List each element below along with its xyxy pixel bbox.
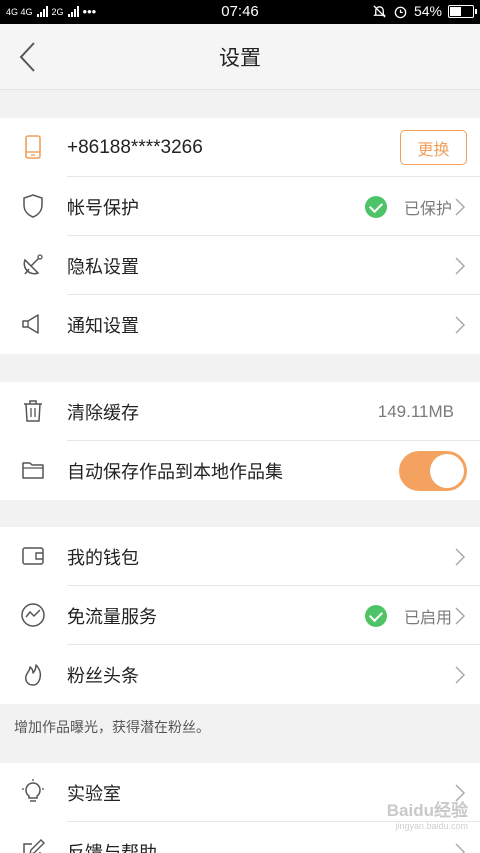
clear-cache-row[interactable]: 清除缓存 149.11MB	[0, 382, 480, 441]
notification-settings-row[interactable]: 通知设置	[0, 295, 480, 354]
check-icon	[365, 605, 387, 627]
lightbulb-icon	[22, 779, 44, 802]
lab-label: 实验室	[67, 783, 121, 805]
bell-muted-icon	[373, 4, 386, 18]
trash-icon	[24, 400, 42, 422]
alarm-clock-icon	[394, 6, 407, 18]
watermark-logo: Baidu经验	[386, 801, 468, 820]
phone-number: +86188****3266	[67, 136, 203, 158]
free-data-label: 免流量服务	[67, 606, 157, 628]
services-section: 我的钱包 免流量服务 已启用 粉丝头条	[0, 527, 480, 704]
fans-headline-label: 粉丝头条	[67, 665, 139, 687]
autosave-label: 自动保存作品到本地作品集	[67, 461, 283, 483]
account-protection-label: 帐号保护	[67, 197, 139, 219]
phone-row: +86188****3266 更换	[0, 118, 480, 177]
fans-hint-text: 增加作品曝光，获得潜在粉丝。	[14, 720, 210, 736]
account-section: +86188****3266 更换 帐号保护 已保护 隐私设置 通知设置	[0, 118, 480, 354]
account-protection-status: 已保护	[403, 198, 452, 218]
nav-bar: 设置	[0, 24, 480, 90]
chevron-right-icon	[455, 843, 466, 853]
battery-icon	[448, 4, 477, 18]
autosave-toggle[interactable]	[399, 451, 467, 491]
edit-icon	[23, 839, 45, 853]
shield-icon	[23, 194, 43, 218]
watermark-url: jingyan.baidu.com	[395, 821, 468, 831]
page-title: 设置	[219, 46, 261, 70]
folder-icon	[22, 462, 44, 479]
chevron-right-icon	[455, 607, 466, 625]
privacy-dish-icon	[23, 254, 43, 275]
toggle-knob	[430, 454, 464, 488]
phone-icon	[25, 135, 41, 159]
feedback-help-label: 反馈与帮助	[67, 842, 157, 853]
privacy-settings-row[interactable]: 隐私设置	[0, 236, 480, 295]
free-data-status: 已启用	[403, 607, 452, 627]
chevron-right-icon	[455, 316, 466, 334]
fans-headline-row[interactable]: 粉丝头条	[0, 645, 480, 704]
flame-icon	[25, 664, 42, 686]
autosave-row: 自动保存作品到本地作品集	[0, 441, 480, 500]
wallet-label: 我的钱包	[67, 547, 139, 569]
change-phone-button[interactable]: 更换	[400, 130, 467, 165]
check-icon	[365, 196, 387, 218]
chevron-right-icon	[455, 257, 466, 275]
status-bar: 4G 4G 2G ••• 07:46 54%	[0, 0, 480, 24]
notification-settings-label: 通知设置	[67, 315, 139, 337]
wallet-icon	[22, 547, 44, 565]
clear-cache-label: 清除缓存	[67, 402, 139, 424]
battery-percent: 54%	[413, 3, 442, 19]
baidu-watermark: Baidu经验 jingyan.baidu.com	[387, 796, 468, 831]
chevron-right-icon	[455, 198, 466, 216]
megaphone-icon	[22, 314, 39, 334]
chevron-right-icon	[455, 548, 466, 566]
cache-size: 149.11MB	[377, 401, 454, 421]
free-data-row[interactable]: 免流量服务 已启用	[0, 586, 480, 645]
storage-section: 清除缓存 149.11MB 自动保存作品到本地作品集	[0, 382, 480, 500]
chevron-right-icon	[455, 666, 466, 684]
traffic-wave-icon	[21, 603, 45, 627]
privacy-settings-label: 隐私设置	[67, 256, 139, 278]
wallet-row[interactable]: 我的钱包	[0, 527, 480, 586]
account-protection-row[interactable]: 帐号保护 已保护	[0, 177, 480, 236]
